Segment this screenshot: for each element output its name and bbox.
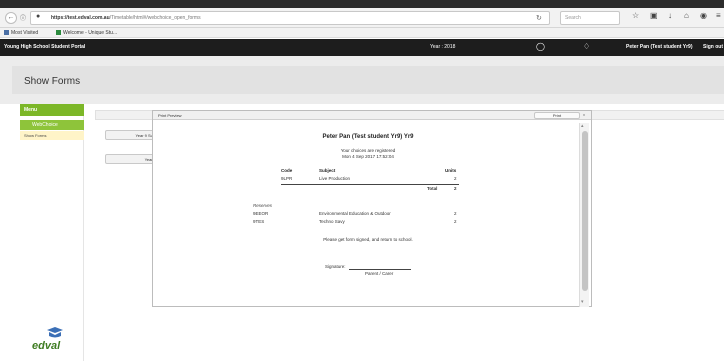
user-name[interactable]: Peter Pan (Test student Yr9): [626, 44, 693, 50]
clipboard-icon[interactable]: ▣: [650, 11, 658, 20]
print-preview-title: Print Preview: [158, 113, 182, 118]
reserve-units: 2: [454, 219, 457, 224]
sidebar-item-show-forms[interactable]: Show Forms: [20, 131, 84, 140]
reserve-units: 2: [454, 211, 457, 216]
bookmark-welcome[interactable]: Welcome - Unique Stu...: [56, 30, 117, 36]
col-header-code: Code: [281, 168, 293, 173]
download-icon[interactable]: ↓: [668, 11, 672, 20]
choice-subject: Live Production: [319, 176, 351, 181]
book-icon: [47, 327, 63, 338]
home-icon[interactable]: ⌂: [684, 11, 689, 20]
chat-icon[interactable]: ◯: [536, 42, 545, 51]
bookmark-icon: [56, 30, 61, 35]
portal-header: Young High School Student Portal Year : …: [0, 39, 724, 56]
lock-icon: ●: [36, 13, 41, 20]
close-icon[interactable]: x: [583, 112, 585, 117]
scroll-thumb[interactable]: [582, 131, 588, 291]
registered-text: Your choices are registered: [340, 148, 396, 153]
instruction-text: Please get form signed, and return to sc…: [323, 237, 413, 242]
url-input[interactable]: ● https://test.edval.com.au/Timetable/ht…: [30, 11, 550, 25]
bookmarks-bar: Most Visited Welcome - Unique Stu...: [0, 28, 724, 38]
reload-icon[interactable]: ↻: [536, 14, 542, 22]
total-value: 2: [454, 186, 457, 191]
total-rule: [281, 184, 459, 185]
sidebar: Menu WebChoice Show Forms edval: [20, 104, 84, 361]
url-text: https://test.edval.com.au/Timetable/html…: [51, 15, 201, 21]
edval-logo: edval: [32, 326, 72, 356]
search-placeholder: Search: [565, 15, 581, 21]
print-preview-titlebar: Print Preview Print x: [153, 111, 591, 120]
browser-toolbar: ← ⓘ ● https://test.edval.com.au/Timetabl…: [0, 8, 724, 28]
search-input[interactable]: Search: [560, 11, 620, 25]
print-preview-scrollbar[interactable]: ▴ ▾: [579, 123, 589, 307]
reserves-heading: Reserves: [253, 203, 273, 208]
reserve-subject: Techno Savy: [319, 219, 345, 224]
window-top-edge: [0, 0, 724, 8]
bookmark-most-visited[interactable]: Most Visited: [4, 30, 38, 36]
sidebar-item-webchoice[interactable]: WebChoice: [20, 120, 84, 130]
page-title-box: Show Forms: [12, 66, 724, 94]
year-label: Year : 2018: [430, 44, 456, 50]
choice-code: 9LPR: [281, 176, 293, 181]
col-header-subject: Subject: [319, 168, 336, 173]
page-title-bar: Show Forms: [0, 56, 724, 104]
reserve-code: 9TES: [253, 219, 265, 224]
menu-icon[interactable]: ≡: [716, 11, 721, 20]
signout-link[interactable]: Sign out: [703, 44, 723, 50]
print-preview-dialog: Print Preview Print x Peter Pan (Test st…: [152, 110, 592, 307]
scroll-down-icon[interactable]: ▾: [581, 299, 584, 305]
shield-icon[interactable]: ◉: [700, 11, 707, 20]
reserve-subject: Environmental Education & Outdoor: [319, 211, 391, 216]
portal-name: Young High School Student Portal: [4, 44, 86, 50]
signature-label: Signature:: [325, 264, 346, 269]
print-preview-document: Peter Pan (Test student Yr9) Yr9 Your ch…: [157, 124, 579, 304]
star-icon[interactable]: ☆: [632, 11, 639, 20]
back-arrow-icon[interactable]: ←: [5, 12, 17, 24]
menu-header: Menu: [20, 104, 84, 116]
bell-icon[interactable]: ♢: [583, 42, 590, 51]
student-heading: Peter Pan (Test student Yr9) Yr9: [322, 134, 414, 140]
info-icon[interactable]: ⓘ: [20, 13, 26, 22]
signature-sublabel: Parent / Carer: [365, 271, 394, 276]
page-title: Show Forms: [24, 76, 81, 87]
timestamp-text: Mon 4 Sep 2017 17:52:04: [342, 154, 394, 159]
col-header-units: Units: [445, 168, 457, 173]
choice-units: 2: [454, 176, 457, 181]
content-bottom: [92, 307, 724, 361]
reserve-code: 9EEOR: [253, 211, 269, 216]
signature-line: [349, 269, 411, 270]
scroll-up-icon[interactable]: ▴: [581, 123, 584, 129]
bookmark-icon: [4, 30, 9, 35]
print-button[interactable]: Print: [534, 112, 580, 119]
total-label: Total: [427, 186, 438, 191]
